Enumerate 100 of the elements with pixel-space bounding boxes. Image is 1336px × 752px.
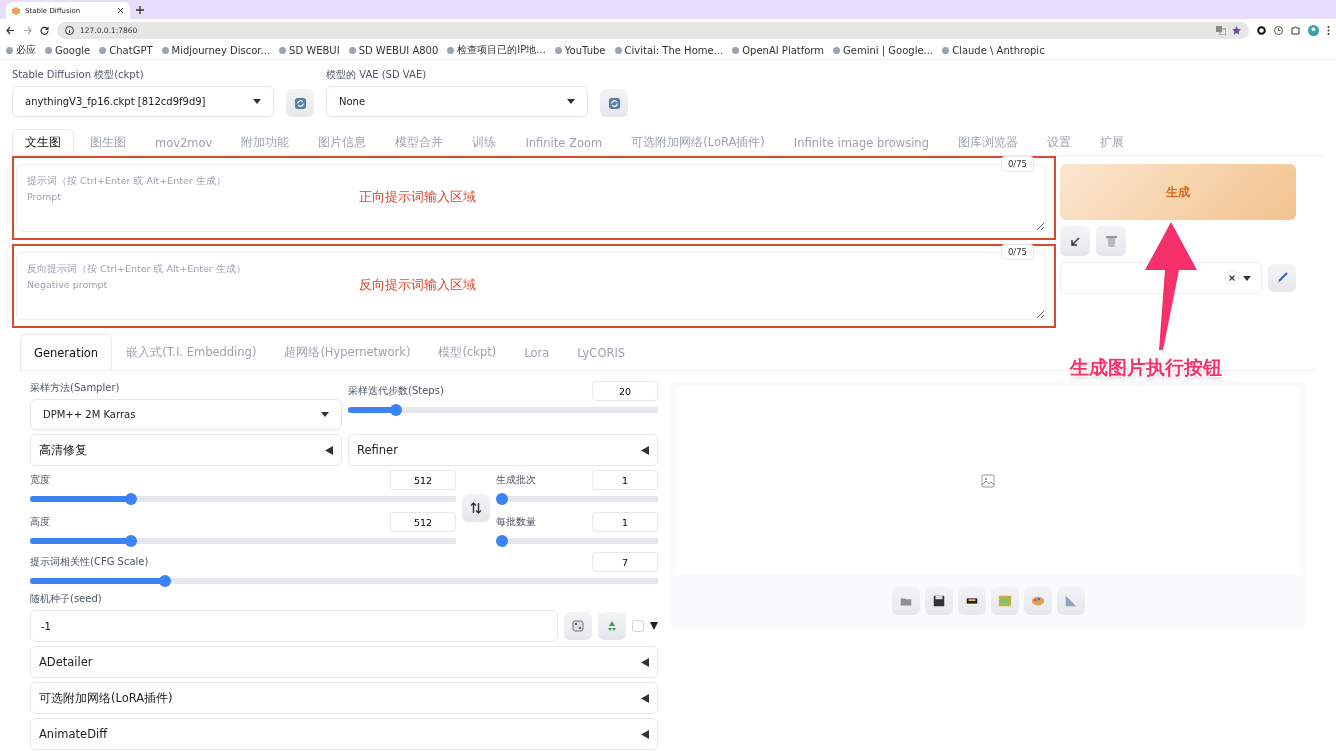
number-field[interactable]: 512 — [390, 512, 456, 532]
slider-track[interactable] — [496, 535, 658, 547]
site-icon — [942, 46, 950, 54]
slider-thumb[interactable] — [159, 575, 172, 587]
dropdown-value: DPM++ 2M Karras — [43, 409, 136, 420]
site-icon — [732, 46, 740, 54]
site-icon — [99, 46, 107, 54]
site-icon — [554, 46, 562, 54]
site-icon — [279, 46, 287, 54]
edit-styles-button[interactable] — [1268, 264, 1296, 292]
bookmark[interactable]: OpenAI Platform — [732, 44, 825, 56]
site-icon — [45, 46, 52, 54]
slider-thumb[interactable] — [389, 404, 402, 416]
dropdown-value: None — [339, 96, 366, 107]
bookmark[interactable]: Google — [45, 44, 91, 56]
field-label: 模型的 VAE (SD VAE) — [326, 68, 428, 82]
forward-icon[interactable] — [23, 25, 32, 35]
slider-track[interactable] — [348, 404, 658, 416]
more-icon[interactable] — [1327, 25, 1330, 35]
number-field[interactable]: 20 — [592, 381, 658, 401]
accordion-header[interactable]: 高清修复 — [30, 434, 342, 466]
bookmark[interactable]: 必应 — [6, 43, 36, 57]
bookmark[interactable]: Claude \ Anthropic — [942, 44, 1045, 56]
refresh-icon — [607, 96, 621, 110]
caret-icon — [1243, 275, 1251, 281]
slider-thumb[interactable] — [125, 493, 138, 505]
sampler-dropdown[interactable]: DPM++ 2M Karras — [30, 399, 342, 430]
image-placeholder-icon — [981, 474, 995, 488]
bookmark[interactable]: Midjourney Discor... — [161, 44, 271, 56]
slider-thumb[interactable] — [125, 535, 138, 547]
field-label: Stable Diffusion 模型(ckpt) — [12, 68, 145, 82]
bookmark[interactable]: YouTube — [554, 44, 606, 56]
slider-thumb[interactable] — [496, 535, 508, 547]
slider-track[interactable] — [30, 535, 456, 547]
bookmark[interactable]: SD WEBUI — [279, 44, 340, 56]
translate-icon[interactable] — [1216, 25, 1226, 35]
clear-button[interactable] — [1096, 226, 1126, 256]
annotation-text: 正向提示词输入区域 — [359, 188, 476, 206]
slider-label: 每批数量 — [496, 515, 536, 529]
clear-icon[interactable] — [1225, 271, 1239, 285]
reload-icon[interactable] — [40, 25, 49, 35]
slider-label: 宽度 — [30, 473, 50, 487]
field-label: 随机种子(seed) — [30, 592, 103, 606]
refresh-button[interactable] — [600, 89, 628, 117]
tab[interactable]: Generation — [20, 334, 113, 370]
slider-label: 高度 — [30, 515, 50, 529]
info-icon — [65, 25, 74, 35]
swap-button[interactable] — [462, 494, 490, 522]
slider-track[interactable] — [30, 493, 456, 505]
ring-icon[interactable] — [1257, 25, 1266, 35]
star-icon[interactable] — [1232, 25, 1241, 35]
dropdown-triangle-icon[interactable] — [650, 622, 658, 630]
token-counter: 0/75 — [1000, 156, 1034, 172]
bookmark[interactable]: SD WEBUI A800 — [348, 44, 439, 56]
slider-label: 提示词相关性(CFG Scale) — [30, 555, 149, 569]
annotation-text: 反向提示词输入区域 — [359, 276, 476, 294]
bookmark[interactable]: Civitai: The Home... — [614, 44, 724, 56]
avatar-icon[interactable] — [1308, 24, 1319, 36]
tab[interactable]: 文生图 — [12, 129, 74, 155]
read-params-button[interactable] — [1060, 226, 1090, 256]
slider-track[interactable] — [30, 575, 658, 587]
close-icon[interactable] — [117, 7, 124, 14]
token-counter: 0/75 — [1000, 244, 1034, 260]
brush-icon — [1276, 272, 1288, 284]
accordion-header[interactable]: ADetailer — [30, 646, 658, 678]
bookmark[interactable]: Gemini | Google... — [833, 44, 934, 56]
extra-checkbox[interactable] — [632, 620, 644, 632]
site-icon — [447, 46, 455, 54]
number-field[interactable]: 512 — [390, 470, 456, 490]
site-icon — [12, 6, 20, 15]
random-seed-button[interactable] — [564, 612, 592, 640]
bookmark[interactable]: 检查项目已的IP地... — [447, 43, 546, 57]
number-field[interactable]: 1 — [592, 512, 658, 532]
site-icon — [614, 46, 622, 54]
swap-arrows-icon — [470, 502, 482, 514]
arrow-icon — [1070, 236, 1080, 246]
slider-track[interactable] — [496, 493, 658, 505]
clock-icon[interactable] — [1274, 25, 1283, 35]
number-field[interactable]: 1 — [592, 470, 658, 490]
site-icon — [161, 46, 169, 54]
bookmark[interactable]: ChatGPT — [99, 44, 153, 56]
vae-dropdown[interactable]: None — [326, 86, 588, 117]
slider-label: 采样迭代步数(Steps) — [348, 384, 444, 398]
accordion-header[interactable]: Refiner — [348, 434, 658, 466]
slider-thumb[interactable] — [496, 493, 508, 505]
refresh-button[interactable] — [286, 89, 314, 117]
new-tab-icon[interactable] — [136, 6, 144, 14]
framed-picture-icon — [997, 594, 1012, 608]
accordion-header[interactable]: AnimateDiff — [30, 718, 658, 750]
reuse-seed-button[interactable] — [598, 612, 626, 640]
seed-field[interactable]: -1 — [30, 610, 558, 642]
caret-icon — [253, 99, 261, 104]
site-icon — [348, 46, 356, 54]
accordion-header[interactable]: 可选附加网络(LoRA插件) — [30, 682, 658, 714]
checkpoint-dropdown[interactable]: anythingV3_fp16.ckpt [812cd9f9d9] — [12, 86, 274, 117]
slider-label: 生成批次 — [496, 473, 536, 487]
back-icon[interactable] — [6, 25, 15, 35]
output-tool-button[interactable] — [957, 587, 986, 615]
number-field[interactable]: 7 — [592, 552, 658, 572]
output-tool-button[interactable] — [924, 587, 953, 615]
